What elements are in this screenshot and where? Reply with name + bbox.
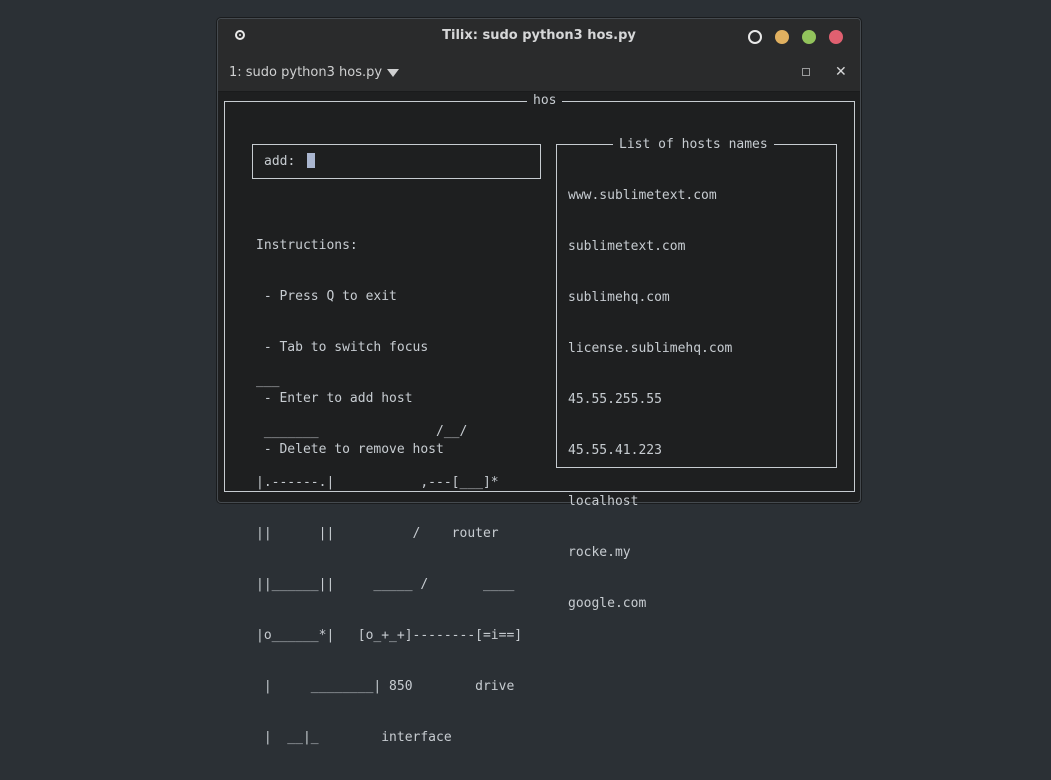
host-item[interactable]: sublimetext.com — [568, 238, 732, 255]
hosts-list[interactable]: www.sublimetext.com sublimetext.com subl… — [568, 153, 732, 646]
maximize-terminal-icon[interactable] — [802, 68, 810, 76]
sticky-button[interactable] — [748, 30, 762, 44]
ascii-line: || || / router — [256, 526, 499, 541]
network-ascii-art: ___ _______ /__/ |.------.| ,---[___]* |… — [256, 338, 522, 780]
ascii-line: | __|_ interface — [256, 730, 452, 745]
add-label: add: — [264, 154, 296, 169]
host-item[interactable]: license.sublimehq.com — [568, 340, 732, 357]
close-terminal-icon[interactable]: ✕ — [835, 64, 847, 80]
maximize-button[interactable] — [802, 30, 816, 44]
session-bar: 1: sudo python3 hos.py ✕ — [218, 55, 860, 92]
host-item[interactable]: www.sublimetext.com — [568, 187, 732, 204]
instruction-line: - Press Q to exit — [256, 289, 397, 304]
chevron-down-icon[interactable] — [387, 69, 399, 77]
host-item[interactable]: localhost — [568, 493, 732, 510]
window-title: Tilix: sudo python3 hos.py — [442, 28, 636, 43]
ascii-line: |o______*| [o_+_+]--------[=i==] — [256, 628, 523, 643]
ascii-line: _______ /__/ — [256, 424, 468, 439]
add-input-line[interactable]: add: — [264, 153, 316, 170]
hosts-list-title: List of hosts names — [613, 136, 774, 153]
terminal-window: Tilix: sudo python3 hos.py 1: sudo pytho… — [217, 18, 861, 745]
host-item[interactable]: google.com — [568, 595, 732, 612]
ascii-line: | ________| 850 drive — [256, 679, 515, 694]
host-item[interactable]: rocke.my — [568, 544, 732, 561]
ascii-line: ___ — [256, 373, 280, 388]
app-frame: hos add: Instructions: - Press Q to exit… — [224, 92, 855, 745]
host-item[interactable]: 45.55.41.223 — [568, 442, 732, 459]
ascii-line: |.------.| ,---[___]* — [256, 475, 499, 490]
hosts-list-panel[interactable]: List of hosts names www.sublimetext.com … — [556, 136, 837, 611]
host-item[interactable]: 45.55.255.55 — [568, 391, 732, 408]
session-title[interactable]: 1: sudo python3 hos.py — [229, 65, 382, 80]
ascii-line: ||______|| _____ / ____ — [256, 577, 515, 592]
host-item[interactable]: sublimehq.com — [568, 289, 732, 306]
add-host-input[interactable]: add: — [252, 144, 541, 179]
app-frame-title: hos — [527, 92, 563, 109]
text-cursor — [307, 153, 316, 168]
title-bar[interactable]: Tilix: sudo python3 hos.py — [218, 19, 860, 55]
close-button[interactable] — [829, 30, 843, 44]
instructions-heading: Instructions: — [256, 238, 358, 253]
terminal-area[interactable]: hos add: Instructions: - Press Q to exit… — [220, 92, 858, 745]
minimize-button[interactable] — [775, 30, 789, 44]
